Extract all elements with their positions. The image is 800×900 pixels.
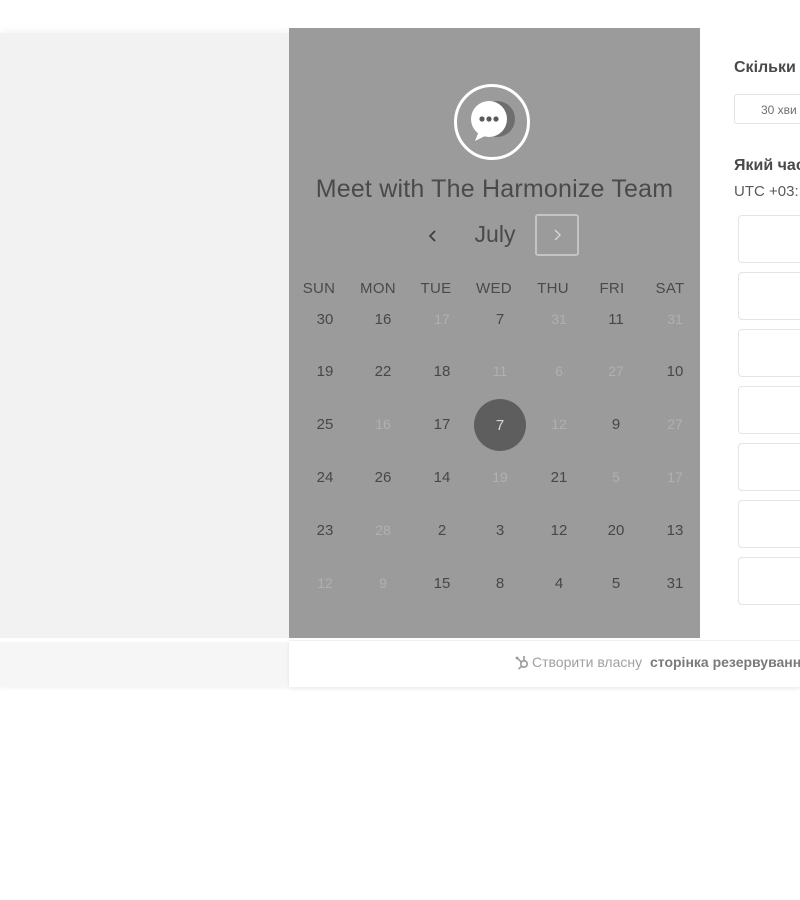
booking-panel: Скільки 30 хви Який час UTC +03: bbox=[700, 28, 800, 638]
calendar-day[interactable]: 31 bbox=[649, 557, 701, 609]
calendar-day[interactable]: 17 bbox=[416, 398, 468, 450]
calendar-day[interactable]: 2 bbox=[416, 504, 468, 556]
backdrop-strip bbox=[0, 642, 289, 686]
calendar-day: 16 bbox=[375, 416, 391, 432]
page-backdrop bbox=[0, 33, 289, 638]
time-slot[interactable] bbox=[738, 443, 800, 491]
time-slot[interactable] bbox=[738, 329, 800, 377]
chevron-left-icon bbox=[428, 230, 436, 242]
calendar-day[interactable]: 13 bbox=[649, 504, 701, 556]
time-slot[interactable] bbox=[738, 386, 800, 434]
footer-link-text[interactable]: Створити власну bbox=[532, 654, 642, 670]
calendar-day[interactable]: 9 bbox=[590, 398, 642, 450]
timezone-label: UTC +03: bbox=[734, 183, 799, 200]
time-question: Який час bbox=[734, 157, 800, 174]
footer-link-bold[interactable]: сторінка резервуванн bbox=[650, 654, 800, 670]
calendar-day: 31 bbox=[551, 311, 567, 327]
calendar-day[interactable]: 26 bbox=[357, 451, 409, 503]
time-slot[interactable] bbox=[738, 557, 800, 605]
calendar-day[interactable]: 11 bbox=[590, 293, 642, 345]
calendar-panel: Meet with The Harmonize Team July SUN MO… bbox=[289, 28, 700, 638]
chat-bubble-icon bbox=[454, 84, 530, 160]
calendar-day: 12 bbox=[551, 416, 567, 432]
calendar-day[interactable]: 18 bbox=[416, 345, 468, 397]
calendar-day[interactable]: 12 bbox=[533, 504, 585, 556]
calendar-day: 31 bbox=[667, 311, 683, 327]
calendar-day[interactable]: 5 bbox=[590, 557, 642, 609]
calendar-day[interactable]: 19 bbox=[299, 345, 351, 397]
calendar-day: 19 bbox=[492, 469, 508, 485]
calendar-day[interactable]: 10 bbox=[649, 345, 701, 397]
calendar-day[interactable]: 8 bbox=[474, 557, 526, 609]
calendar-day[interactable]: 20 bbox=[590, 504, 642, 556]
duration-select[interactable]: 30 хви bbox=[734, 94, 800, 124]
chevron-right-icon bbox=[554, 229, 561, 241]
calendar-day[interactable]: 23 bbox=[299, 504, 351, 556]
calendar-day[interactable]: 14 bbox=[416, 451, 468, 503]
calendar-day[interactable]: 25 bbox=[299, 398, 351, 450]
calendar-day: 12 bbox=[317, 575, 333, 591]
time-slot[interactable] bbox=[738, 500, 800, 548]
calendar-day[interactable]: 24 bbox=[299, 451, 351, 503]
next-month-button[interactable] bbox=[535, 214, 579, 256]
calendar-day: 6 bbox=[555, 363, 563, 379]
calendar-day[interactable]: 3 bbox=[474, 504, 526, 556]
selected-day[interactable]: 7 bbox=[474, 399, 526, 451]
hubspot-sprocket-icon bbox=[515, 656, 529, 670]
footer-bar: Створити власну сторінка резервуванн bbox=[289, 640, 800, 687]
time-slot[interactable] bbox=[738, 215, 800, 263]
calendar-day[interactable]: 7 bbox=[474, 293, 526, 345]
previous-month-button[interactable] bbox=[419, 222, 447, 250]
calendar-day: 28 bbox=[375, 522, 391, 538]
calendar-day: 11 bbox=[492, 363, 508, 379]
calendar-day: 27 bbox=[667, 416, 683, 432]
month-label: July bbox=[474, 221, 516, 247]
calendar-day: 9 bbox=[379, 575, 387, 591]
calendar-day: 17 bbox=[434, 311, 450, 327]
calendar-day[interactable]: 16 bbox=[357, 293, 409, 345]
calendar-title: Meet with The Harmonize Team bbox=[315, 175, 674, 203]
calendar-day: 17 bbox=[667, 469, 683, 485]
calendar-day: 27 bbox=[608, 363, 624, 379]
calendar-day[interactable]: 4 bbox=[533, 557, 585, 609]
calendar-day[interactable]: 22 bbox=[357, 345, 409, 397]
duration-value: 30 хви bbox=[761, 103, 797, 117]
calendar-day[interactable]: 30 bbox=[299, 293, 351, 345]
calendar-day[interactable]: 21 bbox=[533, 451, 585, 503]
calendar-day: 5 bbox=[612, 469, 620, 485]
duration-question: Скільки bbox=[734, 59, 796, 76]
calendar-day[interactable]: 15 bbox=[416, 557, 468, 609]
time-slot[interactable] bbox=[738, 272, 800, 320]
